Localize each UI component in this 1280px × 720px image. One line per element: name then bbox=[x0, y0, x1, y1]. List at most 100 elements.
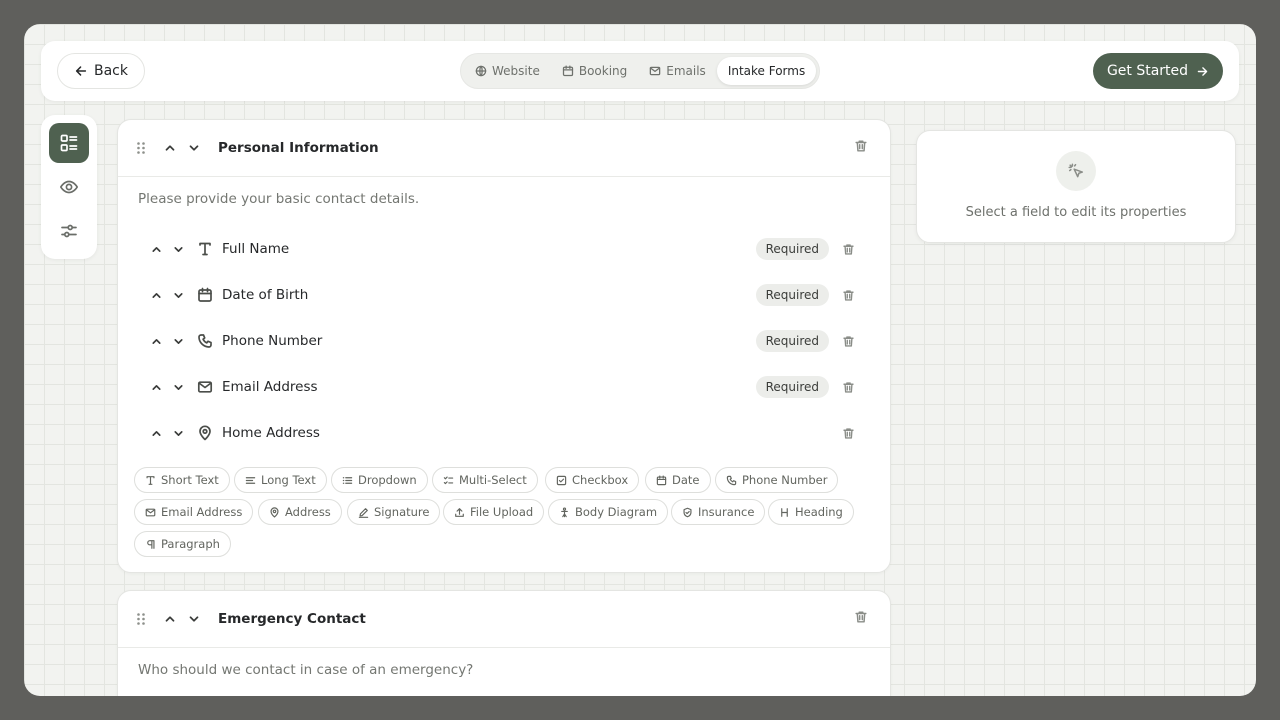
phone-icon bbox=[726, 475, 737, 486]
pilcrow-icon bbox=[145, 539, 156, 550]
form-builder-button[interactable] bbox=[49, 123, 89, 163]
add-long-text-button[interactable]: Long Text bbox=[234, 467, 327, 493]
add-body-diagram-button[interactable]: Body Diagram bbox=[548, 499, 669, 525]
shield-icon bbox=[682, 507, 693, 518]
field-label: Date of Birth bbox=[222, 287, 309, 303]
chevron-up-icon[interactable] bbox=[146, 239, 166, 259]
calendar-icon bbox=[196, 286, 214, 304]
required-badge: Required bbox=[755, 376, 829, 398]
tab-emails[interactable]: Emails bbox=[638, 57, 717, 85]
trash-icon[interactable] bbox=[842, 243, 855, 256]
trash-icon[interactable] bbox=[854, 610, 868, 624]
back-button[interactable]: Back bbox=[57, 53, 145, 89]
add-multi-select-button[interactable]: Multi-Select bbox=[432, 467, 538, 493]
text-icon bbox=[145, 475, 156, 486]
tool-rail bbox=[41, 115, 97, 259]
add-paragraph-button[interactable]: Paragraph bbox=[134, 531, 231, 557]
trash-icon[interactable] bbox=[854, 139, 868, 153]
add-phone-number-button[interactable]: Phone Number bbox=[715, 467, 839, 493]
trash-icon[interactable] bbox=[842, 289, 855, 302]
section-tabs: Website Booking Emails Intake Forms bbox=[460, 53, 820, 89]
chevron-up-icon[interactable] bbox=[146, 285, 166, 305]
signature-pen-icon bbox=[358, 507, 369, 518]
section-title: Emergency Contact bbox=[218, 611, 366, 627]
chevron-down-icon[interactable] bbox=[168, 377, 188, 397]
section-title: Personal Information bbox=[218, 140, 379, 156]
field-label: Phone Number bbox=[222, 333, 323, 349]
required-badge: Required bbox=[755, 238, 829, 260]
section-card-emergency-contact: Emergency Contact Who should we contact … bbox=[117, 590, 891, 696]
chevron-down-icon[interactable] bbox=[168, 285, 188, 305]
arrow-right-icon bbox=[1196, 65, 1209, 78]
chip-label: Email Address bbox=[161, 505, 243, 519]
chevron-up-icon[interactable] bbox=[146, 331, 166, 351]
drag-handle-icon[interactable] bbox=[136, 612, 146, 626]
tab-website-label: Website bbox=[492, 64, 540, 78]
field-row-full-name[interactable]: Full Name Required bbox=[146, 234, 860, 264]
add-insurance-button[interactable]: Insurance bbox=[671, 499, 766, 525]
chevron-down-icon[interactable] bbox=[184, 138, 204, 158]
mail-icon bbox=[145, 507, 156, 518]
chip-label: Paragraph bbox=[161, 537, 220, 551]
add-signature-button[interactable]: Signature bbox=[347, 499, 441, 525]
chip-label: Date bbox=[672, 473, 700, 487]
chevron-up-icon[interactable] bbox=[160, 609, 180, 629]
map-pin-icon bbox=[196, 424, 214, 442]
tab-website[interactable]: Website bbox=[464, 57, 551, 85]
list-icon bbox=[342, 475, 353, 486]
section-header: Personal Information bbox=[118, 120, 890, 177]
add-date-button[interactable]: Date bbox=[645, 467, 711, 493]
chevron-up-icon[interactable] bbox=[146, 423, 166, 443]
checklist-icon bbox=[443, 475, 454, 486]
properties-empty-text: Select a field to edit its properties bbox=[965, 205, 1187, 220]
chip-label: Dropdown bbox=[358, 473, 417, 487]
add-short-text-button[interactable]: Short Text bbox=[134, 467, 230, 493]
globe-icon bbox=[475, 65, 487, 77]
tab-emails-label: Emails bbox=[666, 64, 706, 78]
tab-booking[interactable]: Booking bbox=[551, 57, 638, 85]
field-row-phone-number[interactable]: Phone Number Required bbox=[146, 326, 860, 356]
settings-button[interactable] bbox=[49, 211, 89, 251]
back-label: Back bbox=[94, 63, 128, 79]
field-row-date-of-birth[interactable]: Date of Birth Required bbox=[146, 280, 860, 310]
add-address-button[interactable]: Address bbox=[258, 499, 342, 525]
preview-button[interactable] bbox=[49, 167, 89, 207]
trash-icon[interactable] bbox=[842, 381, 855, 394]
section-card-personal-information: Personal Information Please provide your… bbox=[117, 119, 891, 573]
text-icon bbox=[196, 240, 214, 258]
chevron-up-icon[interactable] bbox=[146, 377, 166, 397]
cursor-click-icon bbox=[1056, 151, 1096, 191]
person-icon bbox=[559, 506, 570, 518]
calendar-icon bbox=[656, 474, 667, 486]
align-left-icon bbox=[245, 475, 256, 486]
chevron-up-icon[interactable] bbox=[160, 138, 180, 158]
chevron-down-icon[interactable] bbox=[168, 239, 188, 259]
add-heading-button[interactable]: Heading bbox=[768, 499, 854, 525]
get-started-label: Get Started bbox=[1106, 63, 1189, 79]
add-dropdown-button[interactable]: Dropdown bbox=[331, 467, 428, 493]
mail-icon bbox=[649, 65, 661, 77]
required-badge: Required bbox=[755, 284, 829, 306]
tab-intake-forms-label: Intake Forms bbox=[727, 64, 806, 78]
trash-icon[interactable] bbox=[842, 427, 855, 440]
section-header: Emergency Contact bbox=[118, 591, 890, 648]
trash-icon[interactable] bbox=[842, 335, 855, 348]
chevron-down-icon[interactable] bbox=[168, 331, 188, 351]
checkbox-icon bbox=[556, 475, 567, 486]
upload-icon bbox=[454, 507, 465, 518]
tab-intake-forms[interactable]: Intake Forms bbox=[716, 57, 817, 85]
field-row-email-address[interactable]: Email Address Required bbox=[146, 372, 860, 402]
get-started-button[interactable]: Get Started bbox=[1093, 53, 1223, 89]
add-checkbox-button[interactable]: Checkbox bbox=[545, 467, 640, 493]
section-description: Who should we contact in case of an emer… bbox=[138, 662, 474, 678]
chip-label: Body Diagram bbox=[575, 505, 658, 519]
field-row-home-address[interactable]: Home Address bbox=[146, 418, 860, 448]
add-email-address-button[interactable]: Email Address bbox=[134, 499, 254, 525]
add-file-upload-button[interactable]: File Upload bbox=[443, 499, 545, 525]
drag-handle-icon[interactable] bbox=[136, 141, 146, 155]
chevron-down-icon[interactable] bbox=[184, 609, 204, 629]
preview-eye-icon bbox=[59, 177, 79, 197]
settings-sliders-icon bbox=[59, 221, 79, 241]
chevron-down-icon[interactable] bbox=[168, 423, 188, 443]
field-label: Home Address bbox=[222, 425, 320, 441]
